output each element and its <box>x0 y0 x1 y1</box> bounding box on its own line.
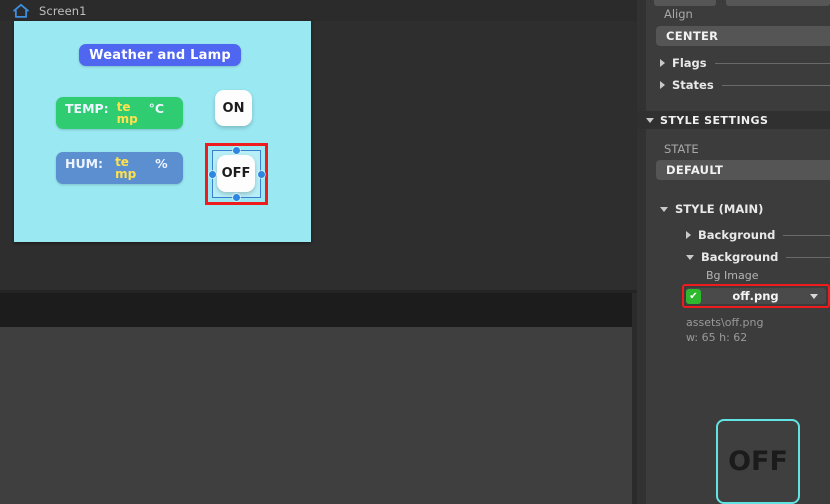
properties-gutter <box>637 0 646 504</box>
canvas-temp-widget[interactable]: TEMP: temp °C <box>56 97 183 129</box>
background-expanded-label: Background <box>701 250 778 264</box>
state-value-field[interactable]: DEFAULT <box>656 160 830 180</box>
chevron-down-icon <box>660 207 668 212</box>
flags-label: Flags <box>672 56 707 70</box>
bg-image-file-name: off.png <box>701 289 810 303</box>
temp-unit: °C <box>149 101 164 116</box>
lower-content-panel <box>0 327 632 504</box>
home-icon[interactable] <box>12 3 30 19</box>
chevron-down-icon <box>646 118 654 123</box>
resize-handle-right[interactable] <box>258 171 265 178</box>
screen-tab-bar: Screen1 <box>0 0 637 21</box>
resize-handle-bottom[interactable] <box>233 194 240 201</box>
screen-tab-label[interactable]: Screen1 <box>39 4 87 18</box>
partial-field-left[interactable] <box>654 0 716 6</box>
flags-rule <box>715 63 830 64</box>
background-expanded-row[interactable]: Background <box>686 250 830 264</box>
hum-value: temp <box>115 156 141 180</box>
canvas-hum-widget[interactable]: HUM: temp % <box>56 152 183 184</box>
chevron-right-icon <box>660 81 665 89</box>
background-collapsed-label: Background <box>698 228 775 242</box>
editor-area: Screen1 Weather and Lamp TEMP: temp °C H… <box>0 0 637 504</box>
properties-panel: Align CENTER Flags States STYLE SETTINGS… <box>637 0 830 504</box>
style-settings-header[interactable]: STYLE SETTINGS <box>637 111 830 129</box>
align-label: Align <box>664 7 693 21</box>
off-button-label: OFF <box>222 166 251 181</box>
flags-tree-row[interactable]: Flags <box>660 56 830 70</box>
bg-image-preview[interactable]: OFF <box>716 419 800 504</box>
chevron-down-icon <box>686 255 694 260</box>
bg-image-file-selector[interactable]: ✔ off.png <box>686 288 826 304</box>
temp-label: TEMP: <box>65 101 109 116</box>
hum-unit: % <box>155 156 168 171</box>
partial-field-right[interactable] <box>726 0 830 6</box>
background-collapsed-rule <box>783 235 830 236</box>
resize-handle-top[interactable] <box>233 147 240 154</box>
bg-image-label: Bg Image <box>706 269 758 282</box>
partial-fields-row <box>646 0 830 6</box>
style-main-label: STYLE (MAIN) <box>675 202 763 216</box>
canvas-title-widget[interactable]: Weather and Lamp <box>79 44 241 66</box>
bg-image-preview-text: OFF <box>728 446 788 477</box>
state-label: STATE <box>664 142 699 156</box>
bg-image-checkbox[interactable]: ✔ <box>686 289 701 304</box>
app-root: Screen1 Weather and Lamp TEMP: temp °C H… <box>0 0 830 504</box>
chevron-right-icon <box>686 231 691 239</box>
style-main-tree-row[interactable]: STYLE (MAIN) <box>660 202 780 216</box>
canvas-off-button[interactable]: OFF <box>217 155 255 192</box>
align-value-field[interactable]: CENTER <box>656 26 830 46</box>
hum-label: HUM: <box>65 156 103 171</box>
chevron-right-icon <box>660 59 665 67</box>
bg-image-dimensions: w: 65 h: 62 <box>686 330 747 345</box>
resize-handle-left[interactable] <box>209 171 216 178</box>
background-collapsed-row[interactable]: Background <box>686 228 830 242</box>
device-canvas[interactable]: Weather and Lamp TEMP: temp °C HUM: temp… <box>14 21 311 242</box>
bg-image-path: assets\off.png <box>686 315 763 330</box>
style-settings-title: STYLE SETTINGS <box>660 114 768 127</box>
states-tree-row[interactable]: States <box>660 78 830 92</box>
on-button-label: ON <box>223 101 245 116</box>
temp-value: temp <box>117 101 143 125</box>
canvas-on-button[interactable]: ON <box>215 90 252 126</box>
caret-down-icon[interactable] <box>810 294 818 299</box>
states-label: States <box>672 78 714 92</box>
states-rule <box>722 85 830 86</box>
background-expanded-rule <box>786 257 830 258</box>
check-icon: ✔ <box>689 291 697 302</box>
canvas-title-text: Weather and Lamp <box>89 48 231 63</box>
lower-toolbar-strip <box>0 293 632 327</box>
